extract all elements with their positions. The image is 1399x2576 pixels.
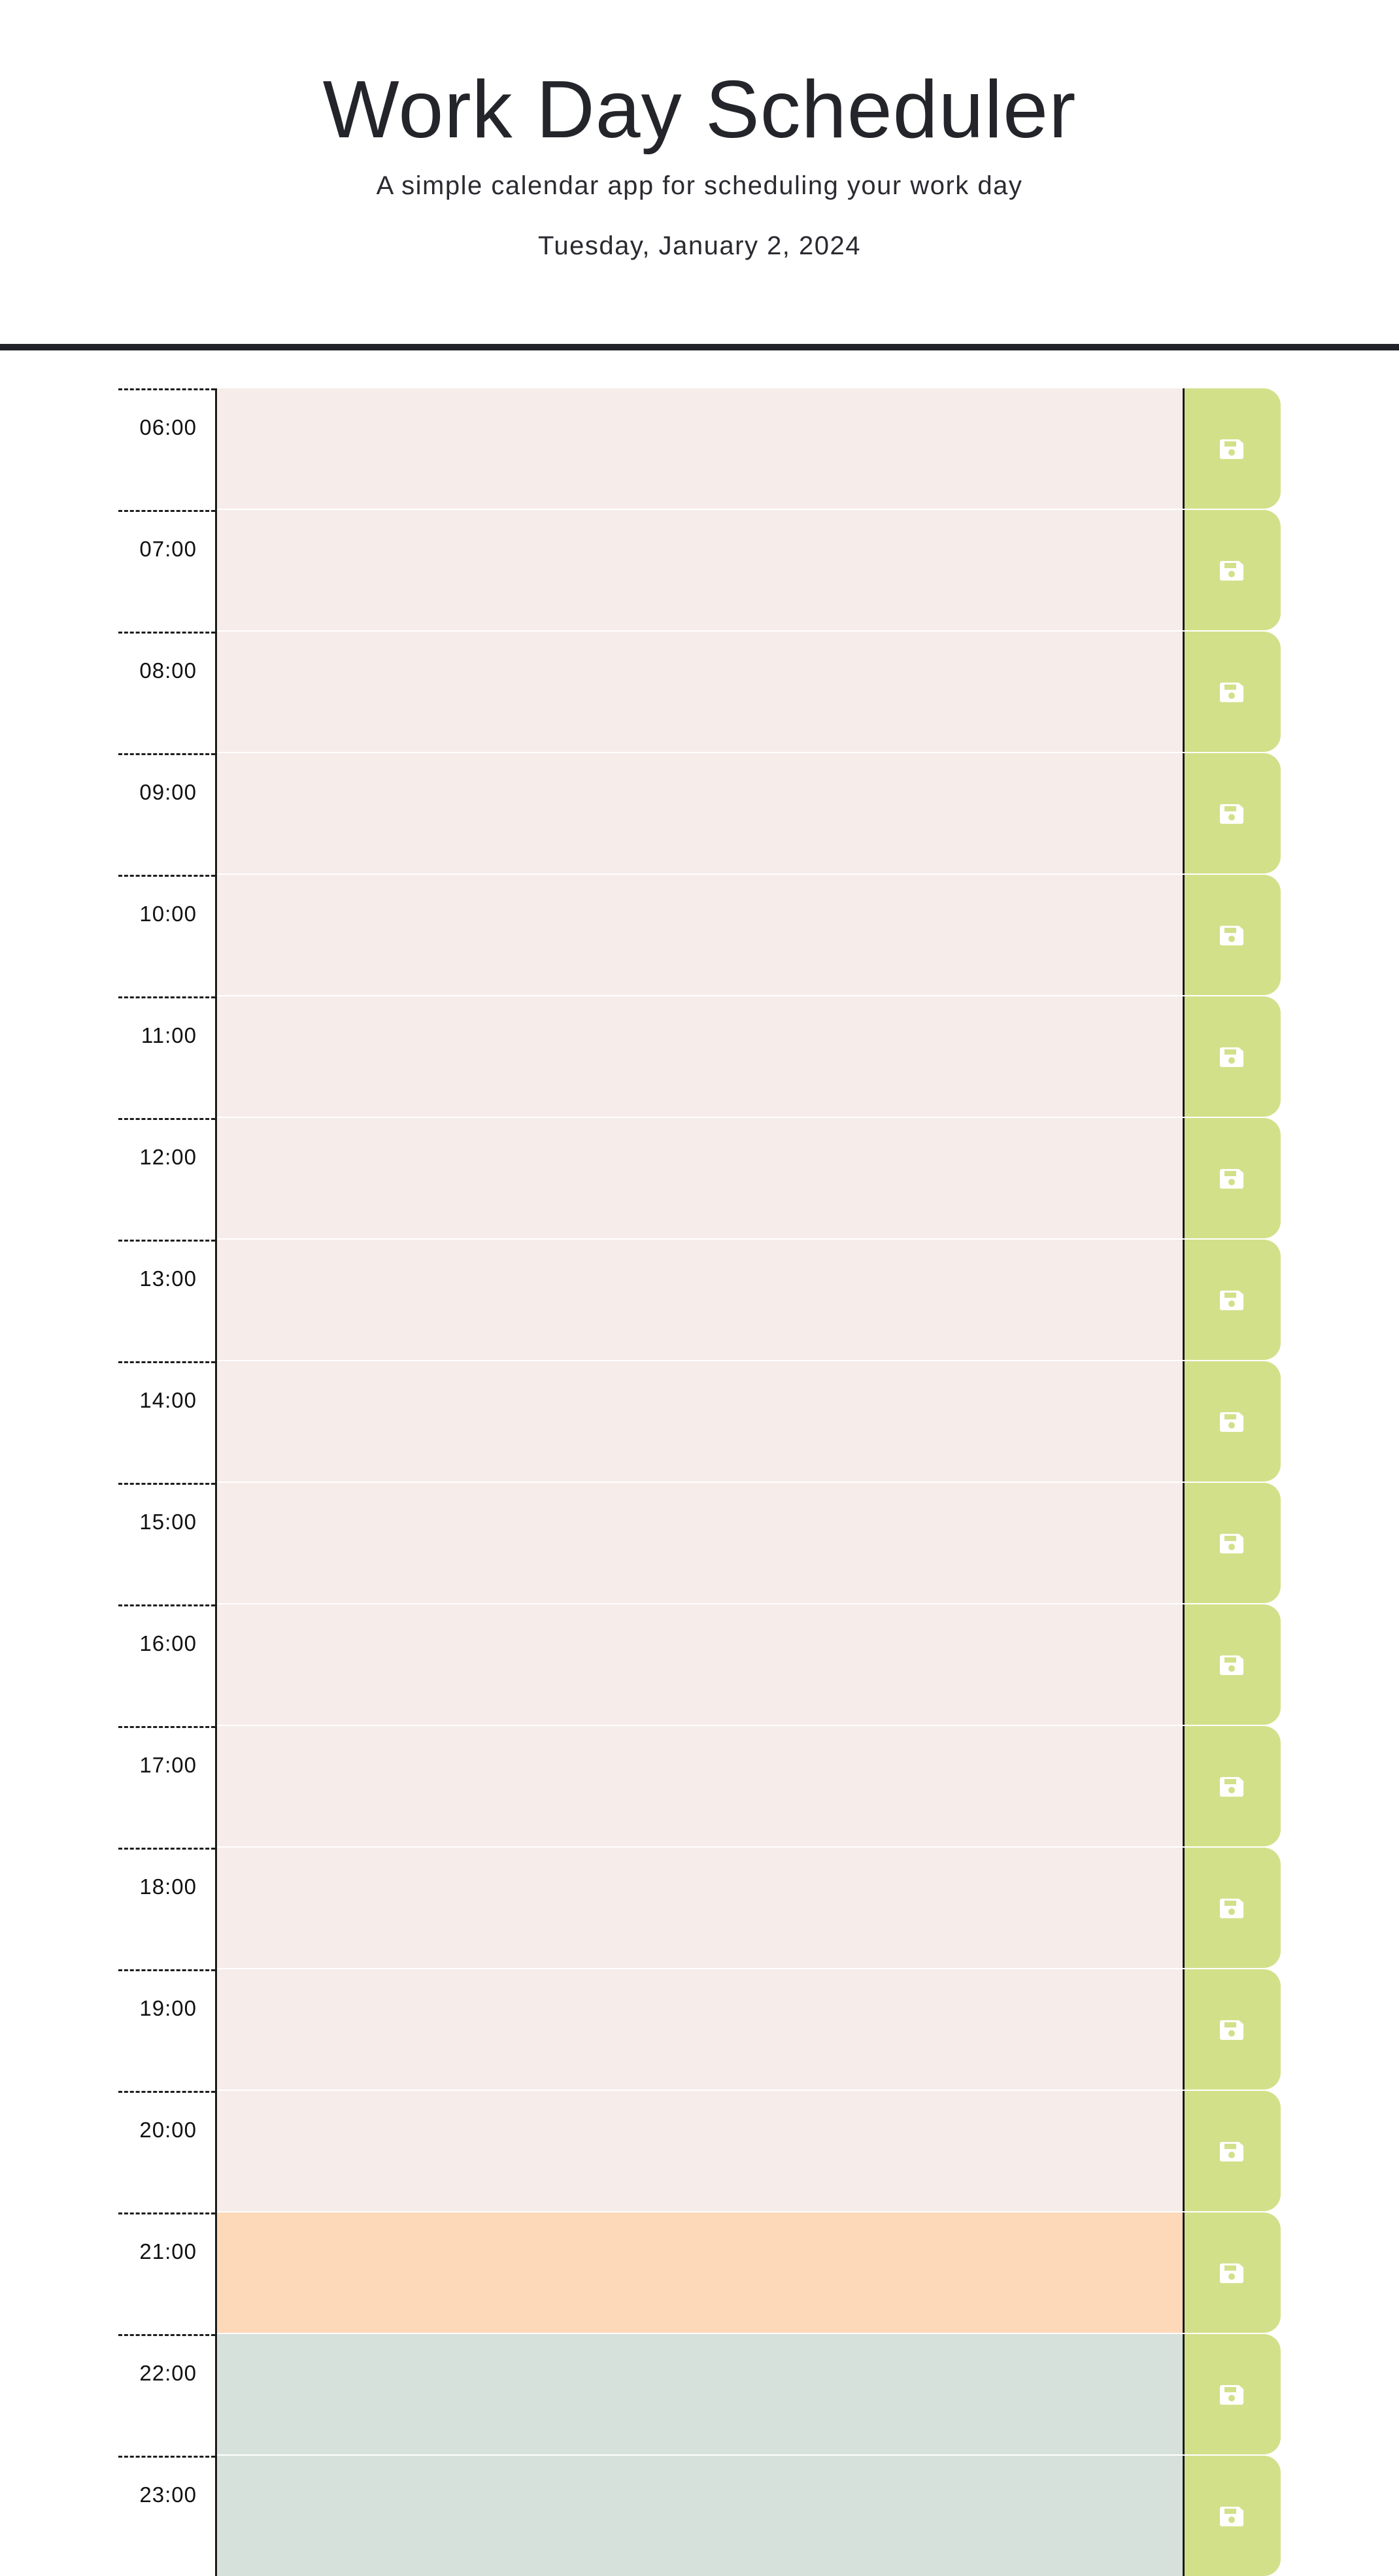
hour-label: 21:00 [118, 2212, 215, 2334]
hour-label: 07:00 [118, 510, 215, 632]
event-description-input[interactable] [217, 875, 1183, 996]
save-button[interactable] [1183, 388, 1281, 509]
hour-label: 18:00 [118, 1848, 215, 1969]
schedule-container: 06:00 07:00 08:00 09:00 10:00 11:00 12:0… [118, 388, 1281, 2576]
event-description-input[interactable] [217, 2212, 1183, 2334]
event-description-input[interactable] [217, 753, 1183, 875]
save-button[interactable] [1183, 875, 1281, 995]
hour-label: 11:00 [118, 996, 215, 1118]
hour-label: 06:00 [118, 388, 215, 510]
save-button[interactable] [1183, 2212, 1281, 2333]
page-subtitle: A simple calendar app for scheduling you… [376, 171, 1023, 200]
hour-label: 12:00 [118, 1118, 215, 1240]
floppy-disk-icon [1220, 2507, 1243, 2526]
event-description-input[interactable] [217, 1483, 1183, 1604]
save-button[interactable] [1183, 1726, 1281, 1846]
time-block-2100: 21:00 [118, 2212, 1281, 2334]
time-block-0700: 07:00 [118, 510, 1281, 632]
event-description-input[interactable] [217, 2456, 1183, 2576]
page-title: Work Day Scheduler [322, 65, 1077, 155]
hour-label: 10:00 [118, 875, 215, 996]
hour-label: 19:00 [118, 1969, 215, 2091]
save-button[interactable] [1183, 510, 1281, 630]
event-description-input[interactable] [217, 1848, 1183, 1969]
floppy-disk-icon [1220, 1534, 1243, 1553]
time-block-0600: 06:00 [118, 388, 1281, 510]
floppy-disk-icon [1220, 1412, 1243, 1432]
event-description-input[interactable] [217, 510, 1183, 632]
floppy-disk-icon [1220, 1047, 1243, 1067]
event-description-input[interactable] [217, 2091, 1183, 2212]
time-block-1500: 15:00 [118, 1483, 1281, 1604]
floppy-disk-icon [1220, 1777, 1243, 1797]
hour-label: 15:00 [118, 1483, 215, 1604]
save-button[interactable] [1183, 2091, 1281, 2211]
time-block-1200: 12:00 [118, 1118, 1281, 1240]
save-button[interactable] [1183, 1604, 1281, 1725]
time-block-1100: 11:00 [118, 996, 1281, 1118]
current-date: Tuesday, January 2, 2024 [537, 231, 862, 260]
save-button[interactable] [1183, 1483, 1281, 1603]
hour-label: 22:00 [118, 2334, 215, 2456]
time-block-1900: 19:00 [118, 1969, 1281, 2091]
hour-label: 16:00 [118, 1604, 215, 1726]
hour-label: 23:00 [118, 2456, 215, 2576]
hour-label: 20:00 [118, 2091, 215, 2212]
floppy-disk-icon [1220, 804, 1243, 824]
floppy-disk-icon [1220, 1655, 1243, 1675]
event-description-input[interactable] [217, 1969, 1183, 2091]
hour-label: 14:00 [118, 1361, 215, 1483]
save-button[interactable] [1183, 1240, 1281, 1360]
save-button[interactable] [1183, 2334, 1281, 2454]
floppy-disk-icon [1220, 1291, 1243, 1310]
time-block-1000: 10:00 [118, 875, 1281, 996]
hour-label: 17:00 [118, 1726, 215, 1848]
event-description-input[interactable] [217, 388, 1183, 510]
time-block-1700: 17:00 [118, 1726, 1281, 1848]
floppy-disk-icon [1220, 926, 1243, 945]
floppy-disk-icon [1220, 683, 1243, 702]
time-block-2000: 20:00 [118, 2091, 1281, 2212]
event-description-input[interactable] [217, 1118, 1183, 1240]
time-block-0900: 09:00 [118, 753, 1281, 875]
hour-label: 13:00 [118, 1240, 215, 1361]
hour-label: 09:00 [118, 753, 215, 875]
time-block-2200: 22:00 [118, 2334, 1281, 2456]
event-description-input[interactable] [217, 1604, 1183, 1726]
time-block-1800: 18:00 [118, 1848, 1281, 1969]
save-button[interactable] [1183, 1361, 1281, 1482]
time-block-1600: 16:00 [118, 1604, 1281, 1726]
time-block-2300: 23:00 [118, 2456, 1281, 2576]
floppy-disk-icon [1220, 1169, 1243, 1189]
time-block-1300: 13:00 [118, 1240, 1281, 1361]
save-button[interactable] [1183, 632, 1281, 752]
floppy-disk-icon [1220, 2385, 1243, 2405]
event-description-input[interactable] [217, 1361, 1183, 1483]
floppy-disk-icon [1220, 2263, 1243, 2283]
save-button[interactable] [1183, 753, 1281, 873]
hour-label: 08:00 [118, 632, 215, 753]
event-description-input[interactable] [217, 1240, 1183, 1361]
save-button[interactable] [1183, 1969, 1281, 2090]
event-description-input[interactable] [217, 996, 1183, 1118]
floppy-disk-icon [1220, 1899, 1243, 1918]
event-description-input[interactable] [217, 2334, 1183, 2456]
floppy-disk-icon [1220, 2020, 1243, 2040]
time-block-1400: 14:00 [118, 1361, 1281, 1483]
time-block-0800: 08:00 [118, 632, 1281, 753]
event-description-input[interactable] [217, 1726, 1183, 1848]
floppy-disk-icon [1220, 439, 1243, 459]
floppy-disk-icon [1220, 2142, 1243, 2161]
save-button[interactable] [1183, 1848, 1281, 1968]
save-button[interactable] [1183, 1118, 1281, 1238]
floppy-disk-icon [1220, 561, 1243, 581]
save-button[interactable] [1183, 2456, 1281, 2576]
header: Work Day Scheduler A simple calendar app… [0, 0, 1399, 350]
event-description-input[interactable] [217, 632, 1183, 753]
save-button[interactable] [1183, 996, 1281, 1117]
